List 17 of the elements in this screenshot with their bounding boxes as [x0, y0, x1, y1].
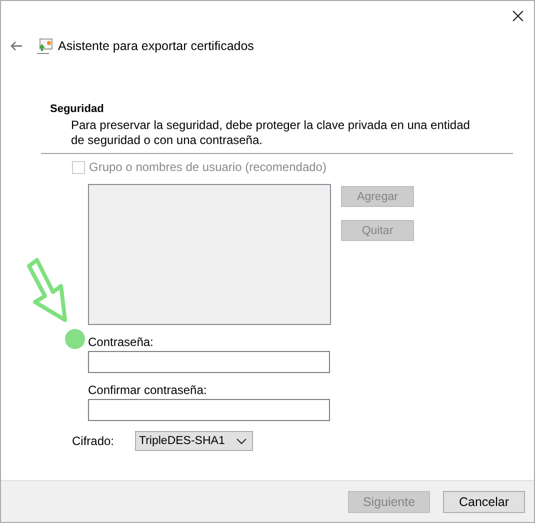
password-field[interactable]	[88, 351, 330, 373]
chevron-down-icon	[236, 438, 247, 444]
field-label: Contraseña:	[88, 335, 154, 351]
checkbox-label: Grupo o nombres de usuario (recomendado)	[89, 160, 326, 174]
back-arrow-icon[interactable]	[10, 41, 23, 51]
encryption-dropdown[interactable]: TripleDES-SHA1	[135, 431, 253, 451]
marker-dot	[65, 329, 85, 349]
close-icon[interactable]	[512, 10, 524, 22]
section-heading: Seguridad	[50, 103, 105, 117]
field-label: Cifrado:	[72, 434, 116, 448]
section-description: Para preservar la seguridad, debe proteger la clave privada en una entidad de seguridad o con una contraseña.	[71, 118, 471, 148]
footer-button[interactable]: Cancelar	[443, 490, 525, 512]
user-list-box[interactable]	[88, 184, 331, 325]
certificate-icon	[36, 38, 53, 54]
wizard-title: Asistente para exportar certificados	[58, 39, 254, 53]
field-label: Confirmar contraseña:	[88, 383, 208, 399]
password-field[interactable]	[88, 399, 330, 421]
